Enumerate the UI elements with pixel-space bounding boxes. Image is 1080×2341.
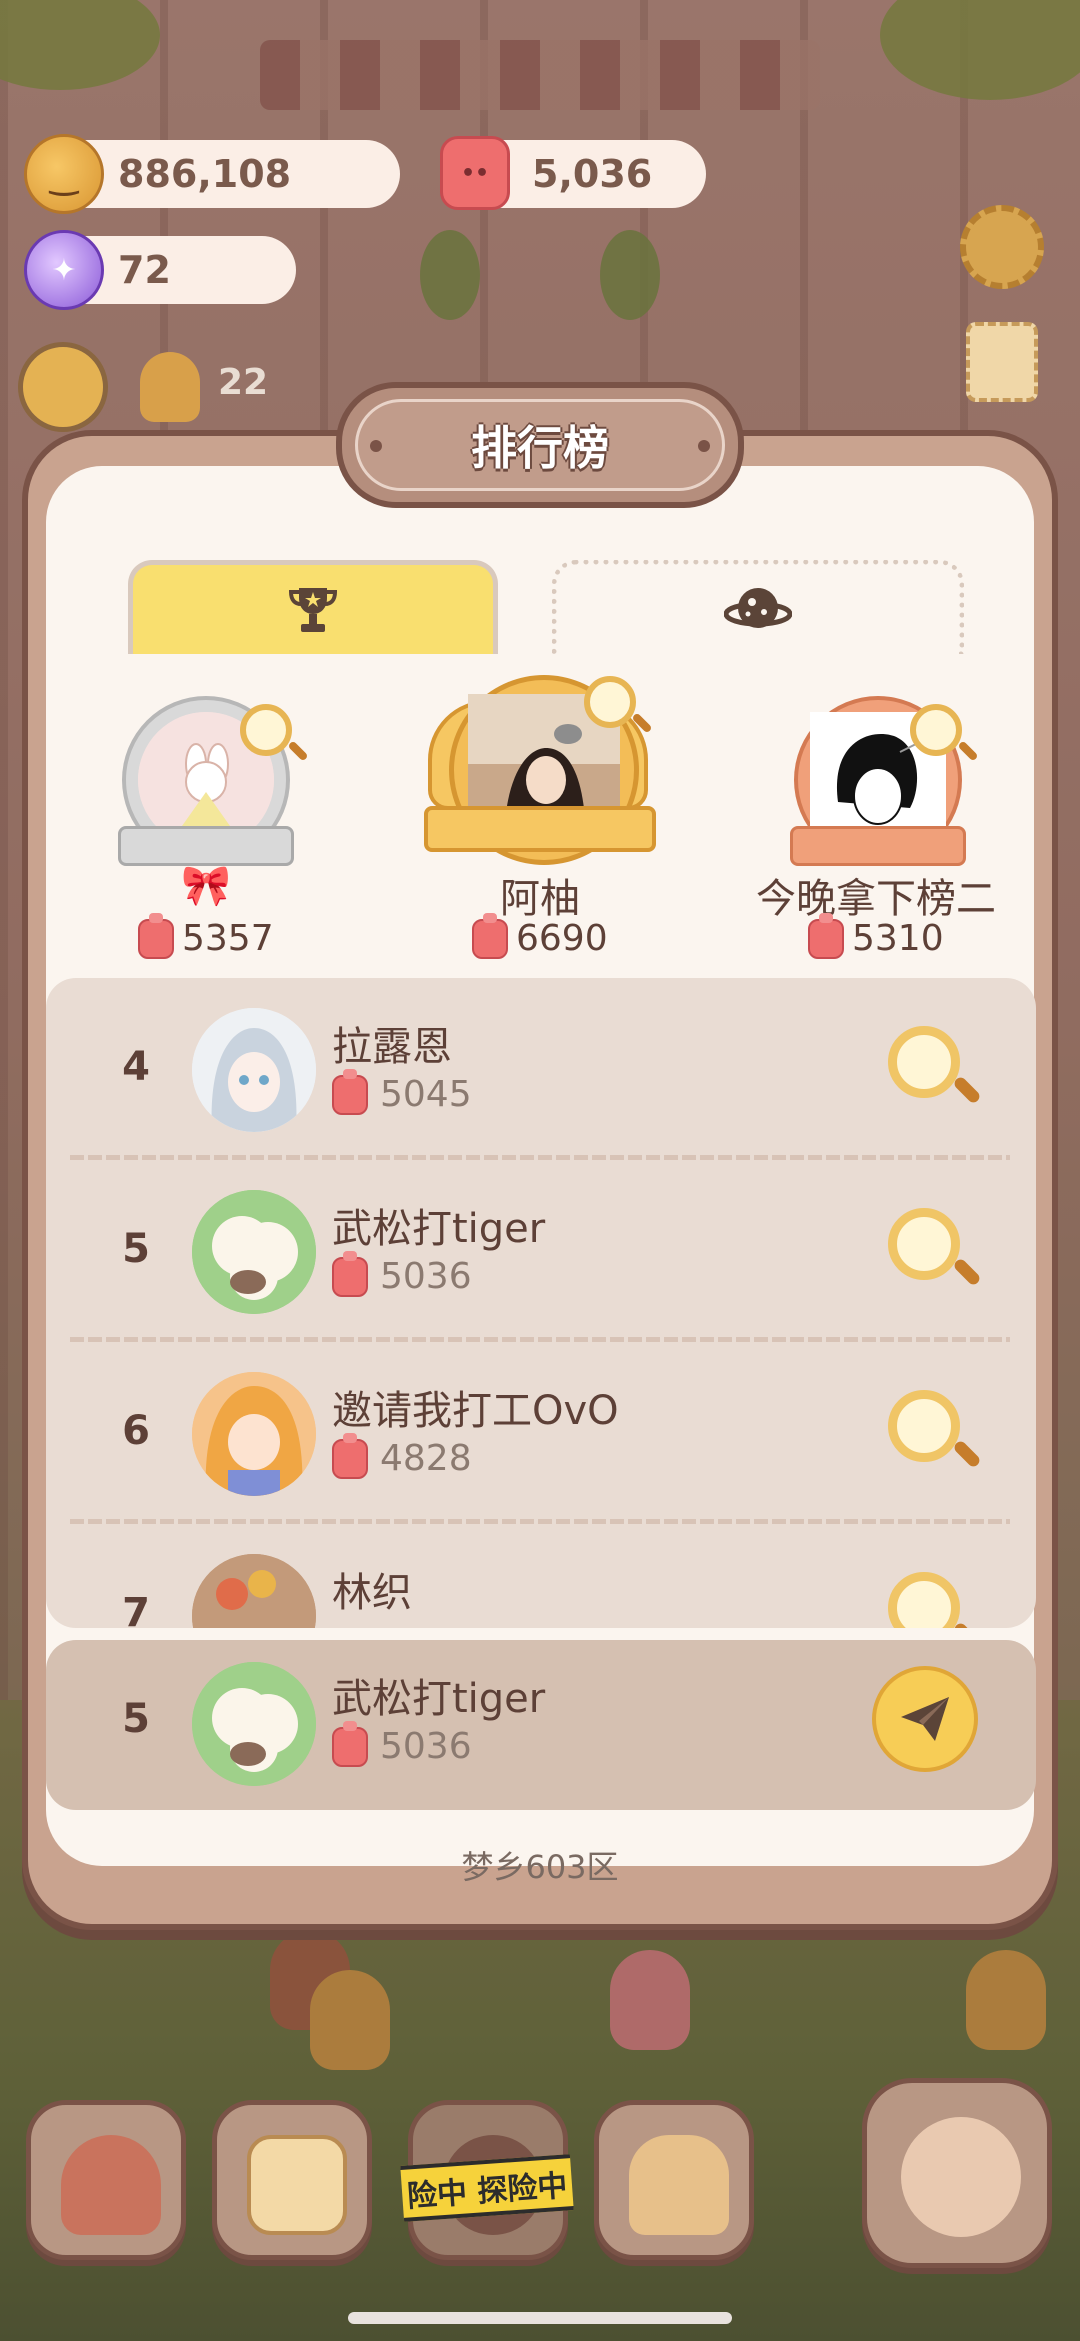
podium-name: 今晚拿下榜二 — [756, 876, 996, 922]
trophy-icon — [288, 587, 338, 632]
shop-icon — [629, 2135, 729, 2235]
podium-name: 🎀 — [181, 863, 231, 909]
rank-number: 6 — [122, 1408, 150, 1454]
shop-button[interactable] — [594, 2100, 754, 2260]
podium-score-value: 5310 — [852, 918, 944, 959]
fishing-icon — [901, 2117, 1021, 2237]
mushroom-house-icon — [61, 2135, 161, 2235]
podium-score: 5357 — [138, 912, 274, 959]
player-score: 5045 — [332, 1068, 472, 1115]
tab-planet[interactable] — [552, 560, 964, 654]
title-plate: 排行榜 — [336, 382, 744, 508]
cookie-count: 886,108 — [118, 152, 292, 196]
rivet-icon — [698, 440, 710, 452]
candy-icon — [808, 912, 844, 959]
rank-number: 7 — [122, 1590, 150, 1628]
candy-icon — [332, 1432, 368, 1479]
podium-score: 6690 — [472, 912, 608, 959]
magnify-icon[interactable] — [910, 704, 962, 756]
ranking-row[interactable]: 6 邀请我打工OvO 4828 — [46, 1342, 1036, 1524]
fishing-button[interactable] — [862, 2078, 1052, 2268]
stamp-card-icon[interactable] — [966, 322, 1038, 402]
my-avatar[interactable] — [192, 1662, 316, 1786]
podium-name: 阿柚 — [500, 876, 580, 922]
gem-count: 72 — [118, 248, 171, 292]
rank-number: 5 — [122, 1696, 150, 1742]
podium-ribbon — [118, 826, 294, 866]
player-avatar[interactable] — [192, 1372, 316, 1496]
player-avatar[interactable] — [192, 1554, 316, 1628]
rivet-icon — [370, 440, 382, 452]
view-profile-magnify-icon[interactable] — [888, 1208, 960, 1280]
adventure-status-tape: 险中 探险中 — [400, 2154, 574, 2222]
magnify-icon[interactable] — [584, 676, 636, 728]
candy-icon — [332, 1720, 368, 1767]
home-indicator[interactable] — [348, 2312, 732, 2324]
player-name: 拉露恩 — [332, 1024, 452, 1070]
modal-title: 排行榜 — [355, 399, 725, 491]
notebook-button[interactable] — [212, 2100, 372, 2260]
cookie-icon — [24, 134, 104, 214]
settings-gear-icon[interactable] — [960, 205, 1044, 289]
server-label: 梦乡603区 — [461, 1848, 619, 1886]
player-name: 武松打tiger — [332, 1206, 546, 1252]
candy-icon — [440, 136, 510, 210]
candy-icon — [332, 1068, 368, 1115]
podium-score-value: 5357 — [182, 918, 274, 959]
my-name: 武松打tiger — [332, 1676, 546, 1722]
paper-plane-icon — [901, 1697, 949, 1741]
gingerbread-count: 22 — [218, 362, 269, 403]
player-score: 4828 — [332, 1432, 472, 1479]
notebook-icon — [247, 2135, 347, 2235]
rank-number: 5 — [122, 1226, 150, 1272]
gem-icon — [24, 230, 104, 310]
podium-score-value: 6690 — [516, 918, 608, 959]
player-score-value: 5045 — [380, 1074, 472, 1115]
player-avatar[interactable] — [192, 1190, 316, 1314]
gingerbread-icon — [140, 352, 200, 422]
view-profile-magnify-icon[interactable] — [888, 1390, 960, 1462]
podium-ribbon — [790, 826, 966, 866]
ranking-list[interactable]: 4 拉露恩 5045 5 武松打tiger 5036 6 邀请我打工OvO 48… — [46, 978, 1036, 1628]
candy-icon — [472, 912, 508, 959]
share-button[interactable] — [872, 1666, 978, 1772]
ranking-row[interactable]: 7 林织 — [46, 1524, 1036, 1628]
my-rank-row[interactable]: 5 武松打tiger 5036 — [46, 1640, 1036, 1810]
podium-ribbon — [424, 806, 656, 852]
my-score: 5036 — [332, 1720, 472, 1767]
podium-score: 5310 — [808, 912, 944, 959]
planet-icon — [724, 587, 792, 628]
tab-trophy[interactable] — [128, 560, 498, 654]
player-score: 5036 — [332, 1250, 472, 1297]
player-avatar[interactable] — [192, 1008, 316, 1132]
player-score-value: 4828 — [380, 1438, 472, 1479]
ranking-row[interactable]: 4 拉露恩 5045 — [46, 978, 1036, 1160]
player-name: 邀请我打工OvO — [332, 1388, 619, 1434]
sun-icon[interactable] — [18, 342, 108, 432]
my-score-value: 5036 — [380, 1726, 472, 1767]
candy-icon — [138, 912, 174, 959]
rank-number: 4 — [122, 1044, 150, 1090]
view-profile-magnify-icon[interactable] — [888, 1572, 960, 1628]
magnify-icon[interactable] — [240, 704, 292, 756]
mushroom-house-button[interactable] — [26, 2100, 186, 2260]
cookie-counter: 886,108 — [24, 134, 400, 214]
gem-counter: 72 — [24, 230, 296, 310]
candy-count: 5,036 — [532, 152, 653, 196]
ranking-row[interactable]: 5 武松打tiger 5036 — [46, 1160, 1036, 1342]
candy-counter: 5,036 — [440, 136, 706, 210]
view-profile-magnify-icon[interactable] — [888, 1026, 960, 1098]
candy-icon — [332, 1250, 368, 1297]
player-name: 林织 — [332, 1570, 412, 1616]
player-score-value: 5036 — [380, 1256, 472, 1297]
